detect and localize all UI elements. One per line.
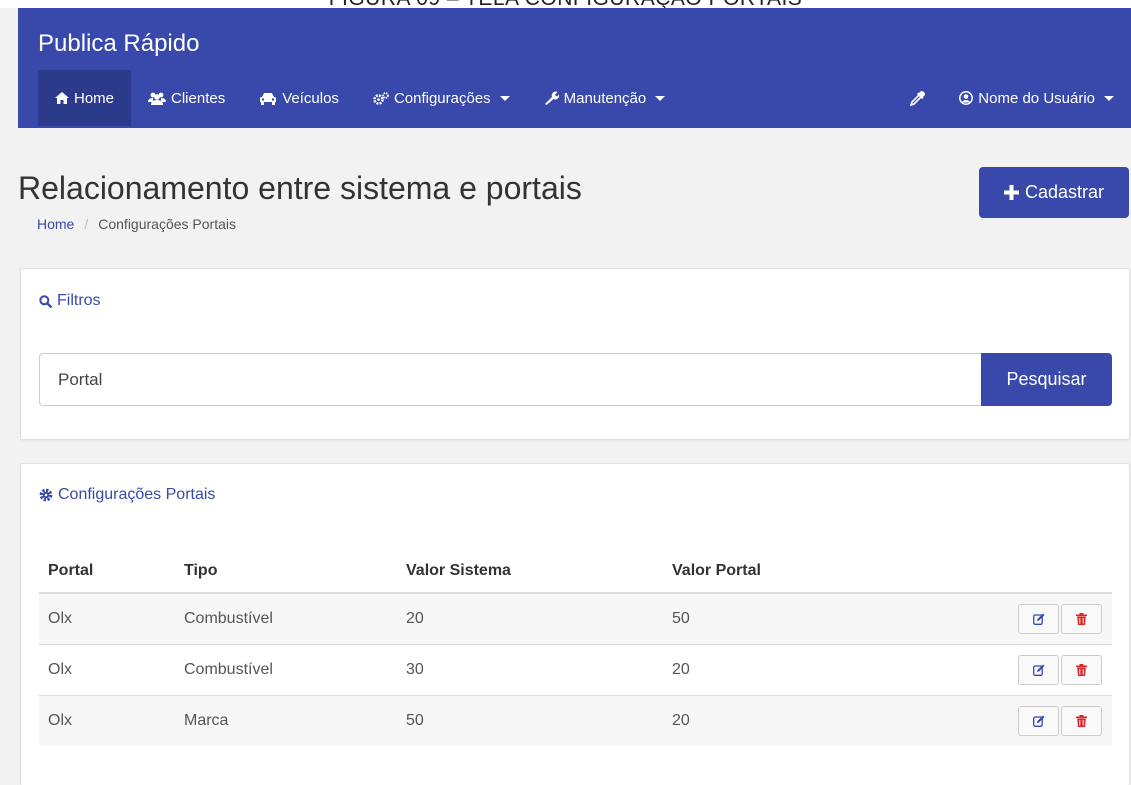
breadcrumb-home-link[interactable]: Home: [37, 216, 74, 232]
user-menu-label: Nome do Usuário: [978, 89, 1095, 107]
cell-portal: Olx: [39, 694, 175, 746]
cell-portal: Olx: [39, 643, 175, 695]
delete-button[interactable]: [1061, 705, 1102, 736]
eyedropper-button[interactable]: [893, 70, 942, 126]
search-icon: [39, 294, 52, 308]
trash-icon: [1076, 663, 1087, 676]
user-menu-dropdown[interactable]: Nome do Usuário: [942, 70, 1131, 126]
nav-manutencao-label: Manutenção: [563, 89, 647, 107]
edit-icon: [1032, 664, 1044, 676]
trash-icon: [1076, 612, 1087, 625]
cell-valor-sistema: 30: [397, 643, 663, 695]
search-input[interactable]: [39, 353, 981, 406]
figure-caption: FIGURA 09 – TELA CONFIGURAÇÃO PORTAIS: [0, 0, 1131, 8]
filters-heading: Filtros: [39, 292, 101, 310]
edit-icon: [1032, 715, 1044, 727]
cog-icon: [39, 488, 53, 502]
row-actions: [963, 592, 1112, 644]
nav-veiculos[interactable]: Veículos: [242, 70, 356, 126]
eyedropper-icon: [910, 90, 926, 106]
cogs-icon: [373, 91, 389, 105]
column-header: Portal: [39, 550, 175, 594]
nav-clientes[interactable]: Clientes: [131, 70, 242, 126]
user-circle-icon: [959, 91, 974, 105]
car-icon: [259, 92, 277, 105]
add-button-label: Cadastrar: [1024, 182, 1105, 202]
nav-configuracoes-label: Configurações: [393, 89, 491, 107]
brand-title[interactable]: Publica Rápido: [38, 30, 199, 58]
cell-tipo: Marca: [175, 694, 397, 746]
edit-button[interactable]: [1018, 654, 1059, 685]
nav-home[interactable]: Home: [38, 70, 132, 126]
cell-valor-sistema: 20: [397, 592, 663, 644]
delete-button[interactable]: [1061, 603, 1102, 634]
chevron-down-icon: [655, 95, 666, 101]
column-header: Valor Sistema: [397, 550, 663, 594]
filters-heading-label: Filtros: [57, 292, 101, 309]
nav-veiculos-label: Veículos: [282, 89, 339, 107]
nav-right: Nome do Usuário: [893, 70, 1131, 126]
page-title: Relacionamento entre sistema e portais: [18, 170, 582, 206]
row-actions: [963, 694, 1112, 746]
users-icon: [148, 92, 167, 105]
filters-panel: Filtros Pesquisar: [20, 268, 1130, 440]
chevron-down-icon: [499, 95, 510, 101]
cell-tipo: Combustível: [175, 643, 397, 695]
cell-valor-sistema: 50: [397, 694, 663, 746]
breadcrumb-current: Configurações Portais: [98, 216, 236, 232]
nav-clientes-label: Clientes: [171, 89, 226, 107]
delete-button[interactable]: [1061, 654, 1102, 685]
nav-manutencao-dropdown[interactable]: Manutenção: [527, 70, 683, 126]
table-heading-label: Configurações Portais: [58, 486, 216, 503]
breadcrumb: Home / Configurações Portais: [37, 216, 236, 232]
table-heading: Configurações Portais: [39, 486, 215, 504]
search-button[interactable]: Pesquisar: [981, 353, 1112, 406]
main-nav: Home Clientes Veículos Configurações Man…: [38, 70, 682, 126]
edit-button[interactable]: [1018, 705, 1059, 736]
column-header: Tipo: [175, 550, 397, 594]
table-row: Olx Marca 50 20: [39, 694, 1112, 746]
column-header: Valor Portal: [663, 550, 963, 594]
edit-button[interactable]: [1018, 603, 1059, 634]
column-header-actions: [963, 550, 1112, 594]
cell-portal: Olx: [39, 592, 175, 644]
table-panel: Configurações Portais Portal Tipo Valor …: [20, 463, 1130, 785]
portals-table: Portal Tipo Valor Sistema Valor Portal O…: [39, 550, 1112, 746]
cell-valor-portal: 20: [663, 643, 963, 695]
nav-configuracoes-dropdown[interactable]: Configurações: [356, 70, 527, 126]
table-row: Olx Combustível 30 20: [39, 643, 1112, 695]
trash-icon: [1076, 714, 1087, 727]
nav-home-label: Home: [74, 89, 115, 107]
breadcrumb-separator: /: [84, 216, 89, 232]
cell-valor-portal: 50: [663, 592, 963, 644]
home-icon: [55, 92, 69, 104]
top-navbar: Publica Rápido Home Clientes Veículos Co…: [18, 8, 1131, 128]
edit-icon: [1032, 613, 1044, 625]
table-row: Olx Combustível 20 50: [39, 592, 1112, 644]
chevron-down-icon: [1104, 95, 1114, 101]
table-header-row: Portal Tipo Valor Sistema Valor Portal: [39, 550, 1112, 594]
wrench-icon: [544, 91, 559, 105]
row-actions: [963, 643, 1112, 695]
add-button[interactable]: Cadastrar: [979, 167, 1129, 218]
plus-icon: [1003, 185, 1019, 200]
cell-valor-portal: 20: [663, 694, 963, 746]
cell-tipo: Combustível: [175, 592, 397, 644]
